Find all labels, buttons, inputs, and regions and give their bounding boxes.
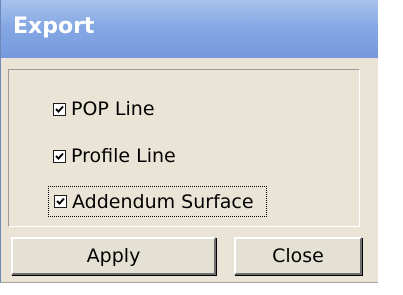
dialog-title: Export (13, 14, 95, 39)
title-bar[interactable]: Export (1, 0, 378, 58)
checkmark-icon (55, 152, 64, 160)
apply-button[interactable]: Apply (11, 237, 216, 275)
pop-line-option[interactable]: POP Line (53, 95, 155, 123)
pop-line-label: POP Line (71, 98, 155, 120)
profile-line-checkbox[interactable] (53, 149, 66, 163)
pop-line-checkbox[interactable] (53, 102, 66, 116)
close-button[interactable]: Close (234, 237, 362, 275)
export-dialog: Export POP Line Profile Line Addendum Su… (0, 0, 378, 283)
addendum-surface-option[interactable]: Addendum Surface (48, 186, 267, 217)
profile-line-option[interactable]: Profile Line (53, 142, 176, 170)
checkmark-icon (55, 105, 64, 113)
addendum-surface-label: Addendum Surface (72, 190, 254, 213)
addendum-surface-checkbox[interactable] (54, 195, 67, 208)
checkmark-icon (56, 197, 65, 205)
profile-line-label: Profile Line (71, 145, 176, 167)
